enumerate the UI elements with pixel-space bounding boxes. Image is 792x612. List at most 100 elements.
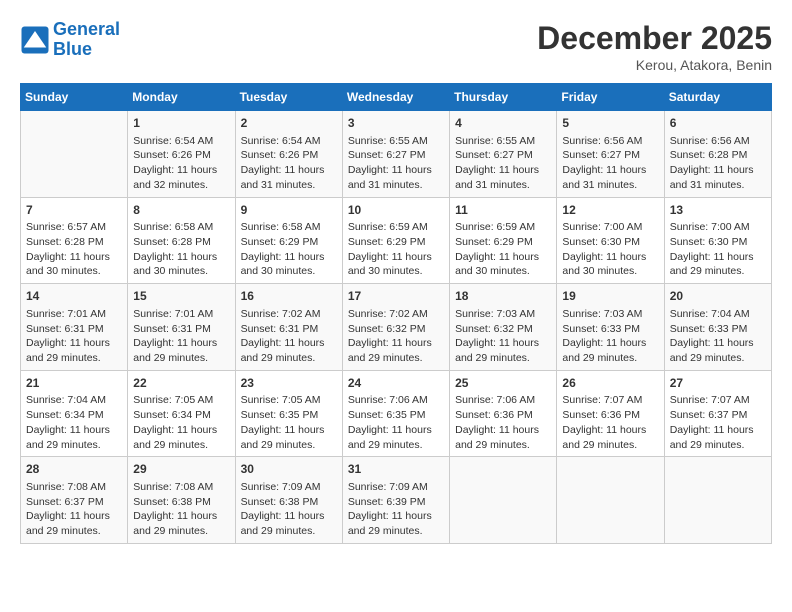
day-number: 18 xyxy=(455,288,551,305)
calendar-cell: 27Sunrise: 7:07 AMSunset: 6:37 PMDayligh… xyxy=(664,370,771,457)
cell-info: Sunrise: 6:58 AMSunset: 6:28 PMDaylight:… xyxy=(133,220,229,279)
day-number: 10 xyxy=(348,202,444,219)
cell-info: Sunrise: 6:57 AMSunset: 6:28 PMDaylight:… xyxy=(26,220,122,279)
cell-info: Sunrise: 7:01 AMSunset: 6:31 PMDaylight:… xyxy=(26,307,122,366)
calendar-cell xyxy=(664,457,771,544)
day-number: 3 xyxy=(348,115,444,132)
calendar-cell: 14 Sunrise: 7:01 AMSunset: 6:31 PMDayligh… xyxy=(21,284,128,371)
cell-info: Sunrise: 7:06 AMSunset: 6:36 PMDaylight:… xyxy=(455,393,551,452)
calendar-cell: 1 Sunrise: 6:54 AMSunset: 6:26 PMDaylight… xyxy=(128,111,235,198)
calendar-cell xyxy=(450,457,557,544)
logo-text: General Blue xyxy=(53,20,120,60)
calendar-cell: 5 Sunrise: 6:56 AMSunset: 6:27 PMDaylight… xyxy=(557,111,664,198)
logo-line1: General xyxy=(53,19,120,39)
cell-info: Sunrise: 7:02 AMSunset: 6:32 PMDaylight:… xyxy=(348,307,444,366)
calendar-cell: 22Sunrise: 7:05 AMSunset: 6:34 PMDayligh… xyxy=(128,370,235,457)
cell-info: Sunrise: 6:59 AMSunset: 6:29 PMDaylight:… xyxy=(348,220,444,279)
day-number: 7 xyxy=(26,202,122,219)
cell-info: Sunrise: 7:03 AMSunset: 6:33 PMDaylight:… xyxy=(562,307,658,366)
logo-icon xyxy=(20,25,50,55)
cell-info: Sunrise: 7:06 AMSunset: 6:35 PMDaylight:… xyxy=(348,393,444,452)
page-header: General Blue December 2025 Kerou, Atakor… xyxy=(20,20,772,73)
day-number: 21 xyxy=(26,375,122,392)
logo: General Blue xyxy=(20,20,120,60)
calendar-cell: 26Sunrise: 7:07 AMSunset: 6:36 PMDayligh… xyxy=(557,370,664,457)
day-number: 4 xyxy=(455,115,551,132)
calendar-cell: 15 Sunrise: 7:01 AMSunset: 6:31 PMDayligh… xyxy=(128,284,235,371)
calendar-cell: 29Sunrise: 7:08 AMSunset: 6:38 PMDayligh… xyxy=(128,457,235,544)
week-row: 21Sunrise: 7:04 AMSunset: 6:34 PMDayligh… xyxy=(21,370,772,457)
cell-info: Sunrise: 6:54 AMSunset: 6:26 PMDaylight:… xyxy=(133,134,229,193)
cell-info: Sunrise: 7:09 AMSunset: 6:39 PMDaylight:… xyxy=(348,480,444,539)
cell-info: Sunrise: 7:05 AMSunset: 6:34 PMDaylight:… xyxy=(133,393,229,452)
col-header-wednesday: Wednesday xyxy=(342,84,449,111)
cell-info: Sunrise: 7:04 AMSunset: 6:34 PMDaylight:… xyxy=(26,393,122,452)
day-number: 26 xyxy=(562,375,658,392)
day-number: 19 xyxy=(562,288,658,305)
cell-info: Sunrise: 7:01 AMSunset: 6:31 PMDaylight:… xyxy=(133,307,229,366)
day-number: 20 xyxy=(670,288,766,305)
calendar-cell: 3 Sunrise: 6:55 AMSunset: 6:27 PMDaylight… xyxy=(342,111,449,198)
col-header-sunday: Sunday xyxy=(21,84,128,111)
calendar-cell: 7Sunrise: 6:57 AMSunset: 6:28 PMDaylight… xyxy=(21,197,128,284)
calendar-cell xyxy=(557,457,664,544)
col-header-tuesday: Tuesday xyxy=(235,84,342,111)
week-row: 14 Sunrise: 7:01 AMSunset: 6:31 PMDayligh… xyxy=(21,284,772,371)
cell-info: Sunrise: 7:07 AMSunset: 6:36 PMDaylight:… xyxy=(562,393,658,452)
location: Kerou, Atakora, Benin xyxy=(537,57,772,73)
month-title: December 2025 xyxy=(537,20,772,57)
calendar-cell: 10Sunrise: 6:59 AMSunset: 6:29 PMDayligh… xyxy=(342,197,449,284)
day-number: 14 xyxy=(26,288,122,305)
cell-info: Sunrise: 6:54 AMSunset: 6:26 PMDaylight:… xyxy=(241,134,337,193)
day-number: 5 xyxy=(562,115,658,132)
day-number: 25 xyxy=(455,375,551,392)
col-header-saturday: Saturday xyxy=(664,84,771,111)
day-number: 11 xyxy=(455,202,551,219)
cell-info: Sunrise: 7:00 AMSunset: 6:30 PMDaylight:… xyxy=(562,220,658,279)
cell-info: Sunrise: 7:04 AMSunset: 6:33 PMDaylight:… xyxy=(670,307,766,366)
cell-info: Sunrise: 7:08 AMSunset: 6:38 PMDaylight:… xyxy=(133,480,229,539)
day-number: 24 xyxy=(348,375,444,392)
week-row: 28Sunrise: 7:08 AMSunset: 6:37 PMDayligh… xyxy=(21,457,772,544)
day-number: 16 xyxy=(241,288,337,305)
cell-info: Sunrise: 6:58 AMSunset: 6:29 PMDaylight:… xyxy=(241,220,337,279)
cell-info: Sunrise: 7:00 AMSunset: 6:30 PMDaylight:… xyxy=(670,220,766,279)
calendar-cell: 24Sunrise: 7:06 AMSunset: 6:35 PMDayligh… xyxy=(342,370,449,457)
cell-info: Sunrise: 6:55 AMSunset: 6:27 PMDaylight:… xyxy=(455,134,551,193)
calendar-cell: 13Sunrise: 7:00 AMSunset: 6:30 PMDayligh… xyxy=(664,197,771,284)
day-number: 2 xyxy=(241,115,337,132)
cell-info: Sunrise: 6:55 AMSunset: 6:27 PMDaylight:… xyxy=(348,134,444,193)
calendar-cell: 20 Sunrise: 7:04 AMSunset: 6:33 PMDayligh… xyxy=(664,284,771,371)
calendar-cell: 17Sunrise: 7:02 AMSunset: 6:32 PMDayligh… xyxy=(342,284,449,371)
col-header-monday: Monday xyxy=(128,84,235,111)
col-header-friday: Friday xyxy=(557,84,664,111)
col-header-thursday: Thursday xyxy=(450,84,557,111)
cell-info: Sunrise: 7:02 AMSunset: 6:31 PMDaylight:… xyxy=(241,307,337,366)
week-row: 7Sunrise: 6:57 AMSunset: 6:28 PMDaylight… xyxy=(21,197,772,284)
calendar-cell: 21Sunrise: 7:04 AMSunset: 6:34 PMDayligh… xyxy=(21,370,128,457)
cell-info: Sunrise: 7:03 AMSunset: 6:32 PMDaylight:… xyxy=(455,307,551,366)
calendar-cell: 18 Sunrise: 7:03 AMSunset: 6:32 PMDayligh… xyxy=(450,284,557,371)
calendar-cell: 2 Sunrise: 6:54 AMSunset: 6:26 PMDaylight… xyxy=(235,111,342,198)
calendar-cell: 11Sunrise: 6:59 AMSunset: 6:29 PMDayligh… xyxy=(450,197,557,284)
header-row: SundayMondayTuesdayWednesdayThursdayFrid… xyxy=(21,84,772,111)
day-number: 15 xyxy=(133,288,229,305)
title-block: December 2025 Kerou, Atakora, Benin xyxy=(537,20,772,73)
day-number: 12 xyxy=(562,202,658,219)
cell-info: Sunrise: 6:59 AMSunset: 6:29 PMDaylight:… xyxy=(455,220,551,279)
calendar-cell: 6Sunrise: 6:56 AMSunset: 6:28 PMDaylight… xyxy=(664,111,771,198)
day-number: 28 xyxy=(26,461,122,478)
calendar-table: SundayMondayTuesdayWednesdayThursdayFrid… xyxy=(20,83,772,544)
day-number: 31 xyxy=(348,461,444,478)
day-number: 8 xyxy=(133,202,229,219)
day-number: 1 xyxy=(133,115,229,132)
cell-info: Sunrise: 6:56 AMSunset: 6:27 PMDaylight:… xyxy=(562,134,658,193)
calendar-cell: 12Sunrise: 7:00 AMSunset: 6:30 PMDayligh… xyxy=(557,197,664,284)
calendar-cell: 9Sunrise: 6:58 AMSunset: 6:29 PMDaylight… xyxy=(235,197,342,284)
calendar-cell: 19 Sunrise: 7:03 AMSunset: 6:33 PMDayligh… xyxy=(557,284,664,371)
cell-info: Sunrise: 7:07 AMSunset: 6:37 PMDaylight:… xyxy=(670,393,766,452)
cell-info: Sunrise: 7:09 AMSunset: 6:38 PMDaylight:… xyxy=(241,480,337,539)
cell-info: Sunrise: 6:56 AMSunset: 6:28 PMDaylight:… xyxy=(670,134,766,193)
week-row: 1 Sunrise: 6:54 AMSunset: 6:26 PMDaylight… xyxy=(21,111,772,198)
day-number: 13 xyxy=(670,202,766,219)
